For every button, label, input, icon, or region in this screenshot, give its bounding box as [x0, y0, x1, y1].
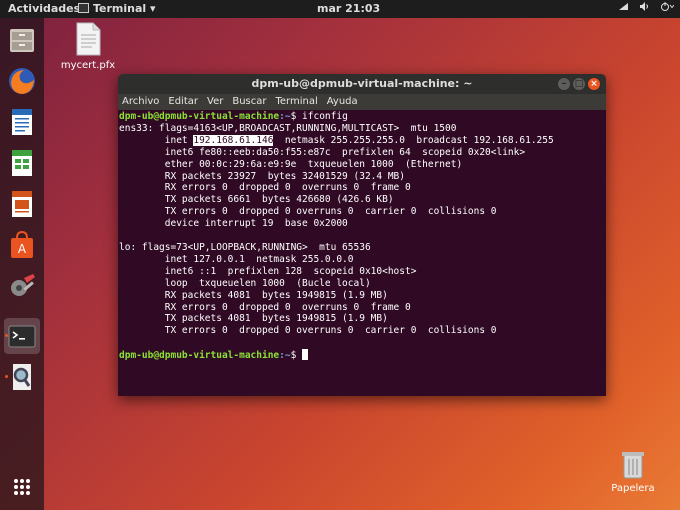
writer-launcher[interactable]	[4, 104, 40, 140]
terminal-app-icon	[78, 3, 89, 13]
inet-prefix: inet	[119, 134, 194, 146]
terminal-output[interactable]: dpm-ub@dpmub-virtual-machine:~$ ifconfig…	[118, 110, 606, 396]
running-indicator	[5, 375, 8, 378]
image-viewer-launcher[interactable]	[4, 359, 40, 395]
window-title: dpm-ub@dpmub-virtual-machine: ~	[251, 77, 473, 90]
svg-text:A: A	[18, 242, 27, 256]
app-menu-label: Terminal ▾	[93, 2, 156, 15]
output-line: inet6 fe80::eeb:da50:f55:e87c prefixlen …	[119, 146, 526, 158]
output-line: device interrupt 19 base 0x2000	[119, 218, 348, 230]
app-grid-icon	[14, 479, 30, 495]
files-launcher[interactable]	[4, 22, 40, 58]
desktop-trash[interactable]: Papelera	[608, 448, 658, 494]
output-line: TX packets 6661 bytes 426680 (426.6 KB)	[119, 194, 394, 206]
menu-ver[interactable]: Ver	[207, 94, 223, 110]
inet-line: inet 192.168.61.146 netmask 255.255.255.…	[119, 134, 606, 147]
output-line: inet6 ::1 prefixlen 128 scopeid 0x10<hos…	[119, 265, 417, 277]
prompt-user: dpm-ub@dpmub-virtual-machine	[119, 111, 280, 122]
output-line: lo: flags=73<UP,LOOPBACK,RUNNING> mtu 65…	[119, 241, 371, 253]
text-cursor	[302, 349, 309, 361]
output-line: TX errors 0 dropped 0 overruns 0 carrier…	[119, 325, 497, 337]
prompt-path: :~	[279, 111, 291, 122]
terminal-window[interactable]: dpm-ub@dpmub-virtual-machine: ~ – □ × Ar…	[118, 74, 606, 396]
calc-launcher[interactable]	[4, 145, 40, 181]
desktop-file-label: mycert.pfx	[60, 60, 116, 71]
network-icon[interactable]	[618, 1, 629, 15]
iface-ens33-header: ens33: flags=4163<UP,BROADCAST,RUNNING,M…	[119, 122, 457, 134]
output-line: TX errors 0 dropped 0 overruns 0 carrier…	[119, 206, 497, 218]
output-line: loop txqueuelen 1000 (Bucle local)	[119, 277, 371, 289]
output-line: inet 127.0.0.1 netmask 255.0.0.0	[119, 253, 354, 265]
top-bar: Actividades Terminal ▾ mar 21:03	[0, 0, 680, 18]
menu-buscar[interactable]: Buscar	[232, 94, 266, 110]
impress-launcher[interactable]	[4, 186, 40, 222]
power-icon[interactable]	[660, 1, 675, 15]
window-titlebar[interactable]: dpm-ub@dpmub-virtual-machine: ~ – □ ×	[118, 74, 606, 94]
menu-bar: Archivo Editar Ver Buscar Terminal Ayuda	[118, 94, 606, 110]
prompt-line: dpm-ub@dpmub-virtual-machine:~$ ifconfig	[119, 111, 606, 123]
clock[interactable]: mar 21:03	[317, 2, 380, 15]
menu-ayuda[interactable]: Ayuda	[327, 94, 358, 110]
command-text: $ ifconfig	[290, 111, 348, 122]
output-line: RX packets 4081 bytes 1949815 (1.9 MB)	[119, 289, 388, 301]
spreadsheet-icon	[12, 150, 32, 176]
system-tray[interactable]	[618, 1, 675, 15]
prompt-symbol: $	[290, 350, 303, 362]
document-writer-icon	[12, 109, 32, 135]
desktop-file-mycert[interactable]: mycert.pfx	[60, 22, 116, 71]
running-indicator	[5, 334, 8, 337]
output-line: TX packets 4081 bytes 1949815 (1.9 MB)	[119, 313, 388, 325]
output-line: RX packets 23927 bytes 32401529 (32.4 MB…	[119, 170, 405, 182]
menu-terminal[interactable]: Terminal	[275, 94, 317, 110]
prompt-path: :~	[279, 350, 291, 362]
file-cabinet-icon	[10, 29, 34, 52]
show-applications-button[interactable]	[4, 472, 40, 504]
trash-icon	[622, 452, 644, 479]
firefox-launcher[interactable]	[4, 63, 40, 99]
terminal-icon	[8, 325, 36, 348]
terminal-launcher[interactable]	[4, 318, 40, 354]
app-menu[interactable]: Terminal ▾	[78, 2, 156, 15]
presentation-icon	[12, 191, 32, 217]
menu-editar[interactable]: Editar	[168, 94, 198, 110]
selected-ip: 192.168.61.146	[193, 134, 274, 146]
settings-launcher[interactable]	[4, 268, 40, 304]
current-prompt-line: dpm-ub@dpmub-virtual-machine:~$	[119, 349, 606, 362]
volume-icon[interactable]	[639, 1, 650, 15]
dock: A	[0, 18, 44, 510]
maximize-button[interactable]: □	[573, 78, 585, 90]
minimize-button[interactable]: –	[558, 78, 570, 90]
trash-label: Papelera	[611, 483, 655, 494]
inet-rest: netmask 255.255.255.0 broadcast 192.168.…	[273, 134, 554, 146]
software-launcher[interactable]: A	[4, 227, 40, 263]
close-button[interactable]: ×	[588, 78, 600, 90]
output-line: RX errors 0 dropped 0 overruns 0 frame 0	[119, 301, 411, 313]
prompt-user: dpm-ub@dpmub-virtual-machine	[119, 350, 280, 362]
settings-tools-icon	[11, 274, 35, 296]
magnifier-icon	[13, 364, 31, 390]
activities-button[interactable]: Actividades	[8, 2, 80, 15]
firefox-icon	[9, 68, 35, 94]
menu-archivo[interactable]: Archivo	[122, 94, 159, 110]
file-icon	[76, 22, 101, 56]
output-line: RX errors 0 dropped 0 overruns 0 frame 0	[119, 182, 411, 194]
output-line: ether 00:0c:29:6a:e9:9e txqueuelen 1000 …	[119, 158, 463, 170]
shopping-bag-icon: A	[11, 230, 33, 258]
